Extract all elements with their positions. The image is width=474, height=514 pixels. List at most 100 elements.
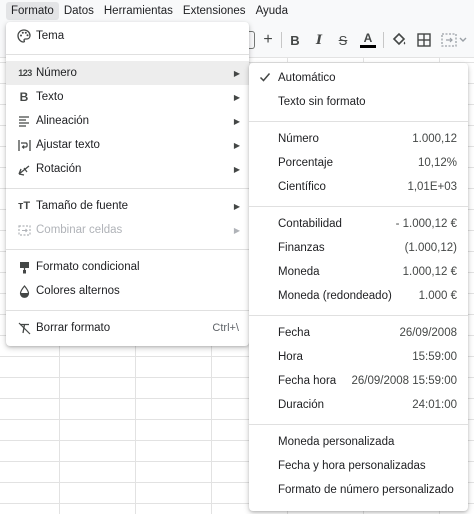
menu-divider	[249, 424, 468, 425]
clear-format-icon	[17, 321, 31, 335]
menu-formato[interactable]: Formato	[6, 2, 59, 20]
menu-item-label: Alineación	[36, 115, 90, 127]
text-rotation-icon	[17, 162, 31, 176]
merge-cells-icon	[17, 223, 31, 237]
submenu-item-label: Número	[278, 133, 319, 145]
menu-item-ajustar-texto[interactable]: Ajustar texto ▶	[6, 133, 249, 157]
submenu-item-label: Fecha y hora personalizadas	[278, 460, 426, 472]
text-color-icon: A	[363, 31, 373, 45]
submenu-arrow-icon: ▶	[233, 116, 240, 126]
menu-item-rotacion[interactable]: Rotación ▶	[6, 157, 249, 181]
number-123-icon: 123	[18, 68, 32, 78]
bold-icon: B	[290, 32, 300, 48]
submenu-arrow-icon: ▶	[233, 201, 240, 211]
menu-herramientas[interactable]: Herramientas	[99, 2, 178, 20]
bold-icon: B	[19, 90, 29, 104]
submenu-item-label: Automático	[278, 72, 336, 84]
submenu-item-label: Moneda	[278, 266, 320, 278]
submenu-item-finanzas[interactable]: Finanzas (1.000,12)	[249, 236, 468, 260]
format-example: 26/09/2008	[399, 327, 457, 339]
paint-bucket-icon	[392, 32, 406, 46]
submenu-item-texto-sin-formato[interactable]: Texto sin formato	[249, 90, 468, 114]
submenu-arrow-icon: ▶	[233, 140, 240, 150]
shortcut-label: Ctrl+\	[212, 322, 239, 334]
menu-item-label: Ajustar texto	[36, 139, 100, 151]
menu-item-tema[interactable]: Tema	[6, 24, 249, 48]
italic-icon: I	[315, 32, 323, 48]
menu-item-label: Rotación	[36, 163, 82, 175]
menu-divider	[6, 249, 249, 250]
font-size-box-edge[interactable]	[249, 31, 255, 49]
menu-item-combinar-celdas[interactable]: Combinar celdas ▶	[6, 218, 249, 242]
submenu-item-label: Moneda personalizada	[278, 436, 395, 448]
format-example: (1.000,12)	[404, 242, 457, 254]
borders-icon	[417, 33, 431, 47]
menu-item-label: Número	[36, 67, 77, 79]
submenu-item-label: Duración	[278, 399, 325, 411]
submenu-item-label: Formato de número personalizado	[278, 484, 454, 496]
wrap-text-icon	[17, 138, 31, 152]
toolbar-divider	[281, 32, 282, 48]
menu-item-label: Tamaño de fuente	[36, 200, 129, 212]
submenu-item-label: Finanzas	[278, 242, 325, 254]
menu-item-label: Texto	[36, 91, 64, 103]
alternating-colors-icon	[17, 284, 31, 298]
submenu-item-label: Moneda (redondeado)	[278, 290, 392, 302]
submenu-item-cientifico[interactable]: Científico 1,01E+03	[249, 175, 468, 199]
plus-icon: +	[263, 31, 273, 48]
format-example: 26/09/2008 15:59:00	[351, 375, 457, 387]
menu-item-tamano-fuente[interactable]: тT Tamaño de fuente ▶	[6, 194, 249, 218]
menu-item-borrar-formato[interactable]: Borrar formato Ctrl+\	[6, 316, 249, 340]
menu-divider	[249, 121, 468, 122]
submenu-item-numero[interactable]: Número 1.000,12	[249, 127, 468, 151]
submenu-item-fecha[interactable]: Fecha 26/09/2008	[249, 321, 468, 345]
format-example: 15:59:00	[412, 351, 457, 363]
italic-button[interactable]: I	[310, 29, 328, 51]
submenu-item-porcentaje[interactable]: Porcentaje 10,12%	[249, 151, 468, 175]
submenu-item-automatico[interactable]: Automático	[249, 66, 468, 90]
align-icon	[17, 114, 31, 128]
submenu-item-fecha-hora[interactable]: Fecha hora 26/09/2008 15:59:00	[249, 369, 468, 393]
format-example: - 1.000,12 €	[395, 218, 457, 230]
menu-datos[interactable]: Datos	[59, 2, 99, 20]
submenu-arrow-icon: ▶	[233, 164, 240, 174]
submenu-item-formato-numero-personalizado[interactable]: Formato de número personalizado	[249, 478, 468, 502]
menu-item-label: Combinar celdas	[36, 224, 123, 236]
submenu-item-fecha-hora-personalizadas[interactable]: Fecha y hora personalizadas	[249, 454, 468, 478]
menu-item-alineacion[interactable]: Alineación ▶	[6, 109, 249, 133]
increase-font-size-button[interactable]: +	[260, 29, 276, 51]
format-example: 1.000 €	[418, 290, 457, 302]
number-format-submenu: Automático Texto sin formato Número 1.00…	[249, 63, 468, 511]
menu-item-numero[interactable]: 123 Número ▶	[6, 61, 249, 85]
menu-item-formato-condicional[interactable]: Formato condicional	[6, 255, 249, 279]
menu-item-label: Borrar formato	[36, 322, 111, 334]
merge-cells-button[interactable]	[440, 29, 468, 51]
menu-ayuda[interactable]: Ayuda	[251, 2, 293, 20]
menu-divider	[249, 315, 468, 316]
menu-item-texto[interactable]: B Texto ▶	[6, 85, 249, 109]
text-color-button[interactable]: A	[358, 29, 378, 51]
bold-button[interactable]: B	[286, 29, 304, 51]
merge-icon	[441, 33, 467, 47]
menu-divider	[6, 54, 249, 55]
format-example: 10,12%	[417, 157, 457, 169]
strikethrough-icon: S	[338, 32, 348, 48]
submenu-item-moneda-personalizada[interactable]: Moneda personalizada	[249, 430, 468, 454]
borders-button[interactable]	[414, 29, 434, 51]
submenu-item-label: Fecha	[278, 327, 310, 339]
submenu-arrow-icon: ▶	[233, 225, 240, 235]
submenu-item-hora[interactable]: Hora 15:59:00	[249, 345, 468, 369]
submenu-item-moneda-redondeado[interactable]: Moneda (redondeado) 1.000 €	[249, 284, 468, 308]
font-size-icon: тT	[17, 200, 31, 212]
menu-extensiones[interactable]: Extensiones	[178, 2, 251, 20]
menu-divider	[6, 188, 249, 189]
submenu-item-duracion[interactable]: Duración 24:01:00	[249, 393, 468, 417]
submenu-item-moneda[interactable]: Moneda 1.000,12 €	[249, 260, 468, 284]
text-color-swatch	[360, 45, 376, 48]
submenu-item-contabilidad[interactable]: Contabilidad - 1.000,12 €	[249, 212, 468, 236]
strikethrough-button[interactable]: S	[334, 29, 352, 51]
fill-color-button[interactable]	[389, 29, 409, 51]
palette-icon	[17, 29, 31, 43]
menu-item-colores-alternos[interactable]: Colores alternos	[6, 279, 249, 303]
menu-bar: Formato Datos Herramientas Extensiones A…	[0, 0, 474, 22]
